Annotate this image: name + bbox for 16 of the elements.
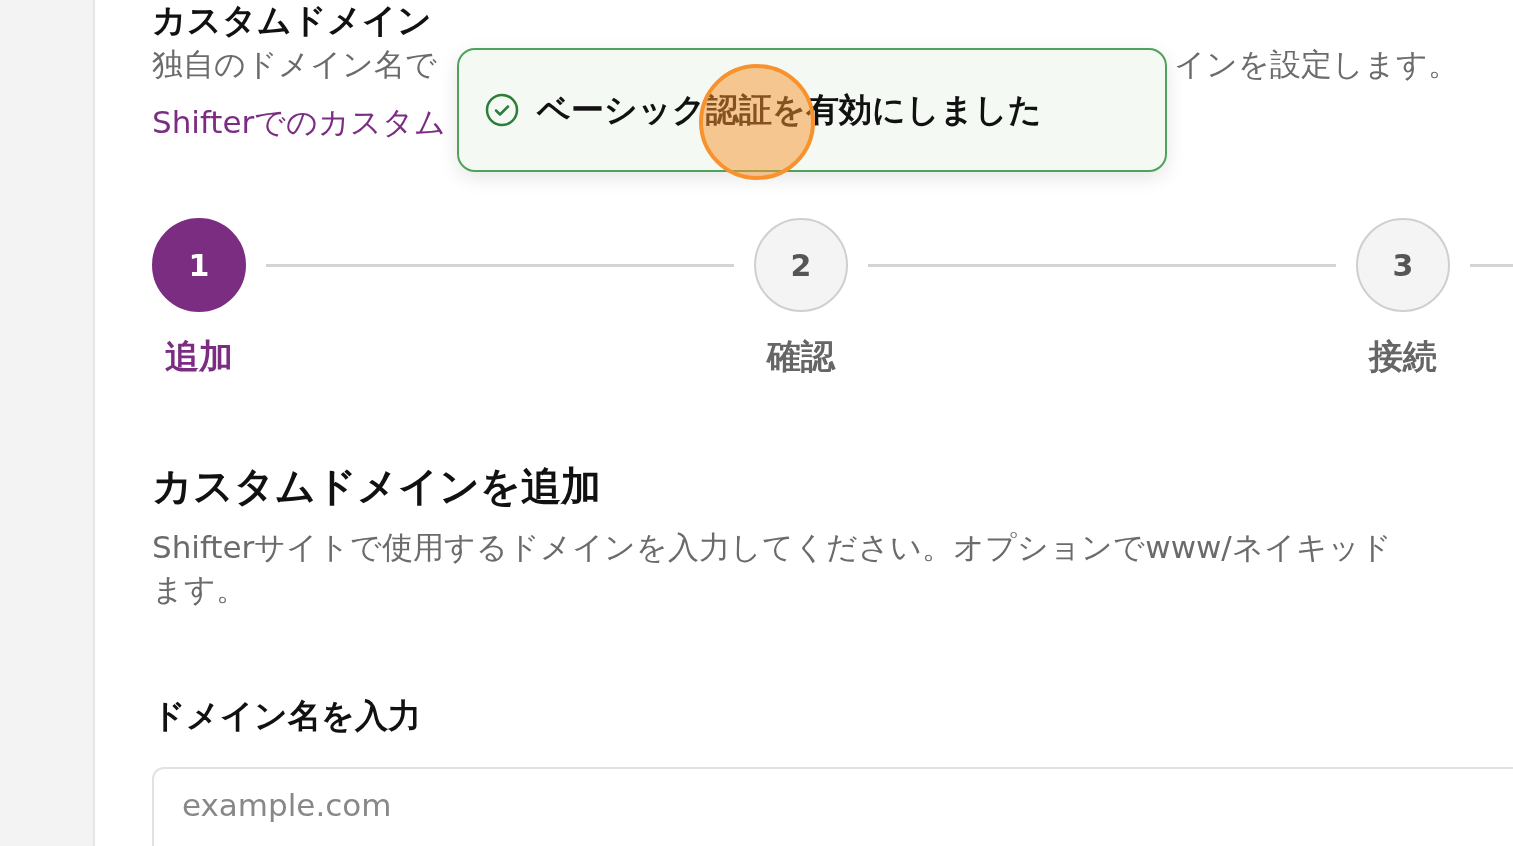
step-number: 1 xyxy=(152,218,246,312)
step-number: 3 xyxy=(1356,218,1450,312)
intro-text: インを設定します。 xyxy=(1174,45,1459,84)
step-label: 接続 xyxy=(1369,335,1437,378)
check-circle-icon xyxy=(485,93,519,127)
field-label: ドメイン名を入力 xyxy=(152,695,422,737)
step-number: 2 xyxy=(754,218,848,312)
docs-link[interactable]: Shifterでのカスタム xyxy=(152,102,447,142)
domain-input-field[interactable]: example.com xyxy=(152,767,1513,846)
page-title: カスタムドメイン xyxy=(152,0,433,40)
step-label: 確認 xyxy=(767,335,835,378)
section-description: Shifterサイトで使用するドメインを入力してください。オプションでwww/ネイキッド xyxy=(152,528,1393,567)
intro-text: 独自のドメイン名で xyxy=(152,45,437,84)
section-title: カスタムドメインを追加 xyxy=(152,462,602,511)
step-label: 追加 xyxy=(165,335,233,378)
section-description: ます。 xyxy=(152,570,248,609)
